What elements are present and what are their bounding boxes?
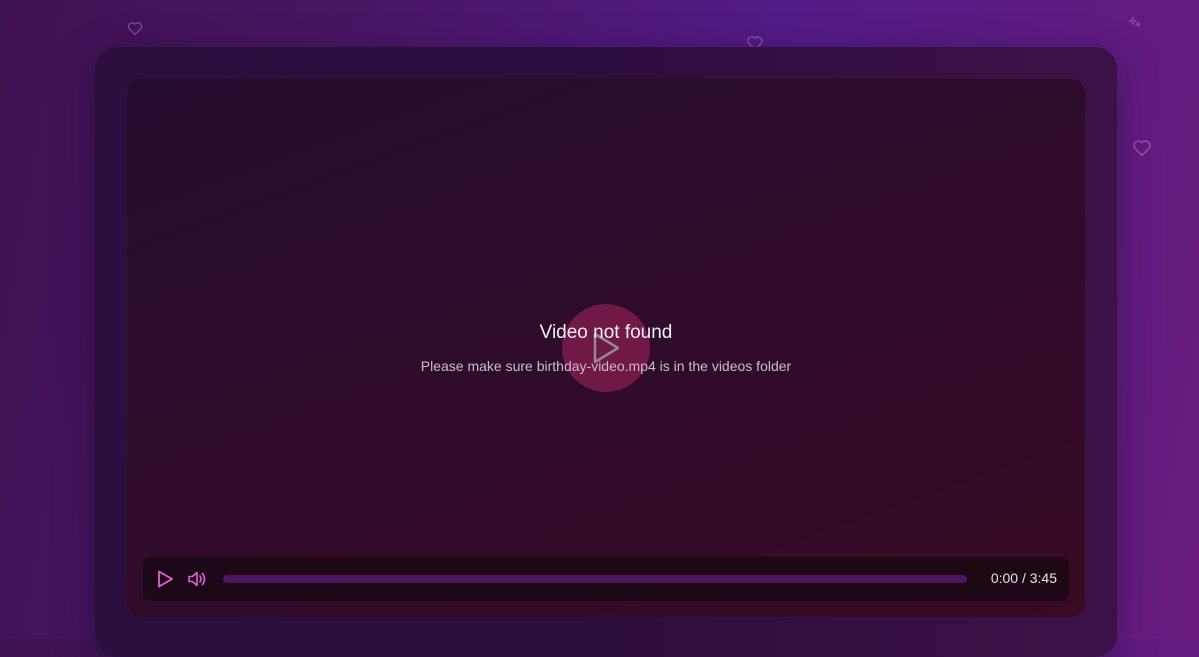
play-icon bbox=[158, 570, 173, 588]
volume-button[interactable] bbox=[187, 569, 207, 589]
play-button[interactable] bbox=[155, 569, 175, 589]
error-message: Please make sure birthday-video.mp4 is i… bbox=[420, 358, 792, 374]
progress-bar[interactable] bbox=[223, 575, 967, 583]
volume-icon bbox=[188, 571, 206, 587]
time-display: 0:00 / 3:45 bbox=[991, 570, 1057, 586]
player-controls: 0:00 / 3:45 bbox=[143, 557, 1069, 601]
video-card: Video not found Please make sure birthda… bbox=[95, 47, 1117, 657]
sparkle-icon bbox=[1128, 15, 1142, 32]
heart-icon bbox=[127, 21, 143, 41]
video-player[interactable]: Video not found Please make sure birthda… bbox=[127, 79, 1085, 617]
error-title: Video not found bbox=[539, 322, 673, 343]
time-separator: / bbox=[1021, 570, 1026, 586]
heart-icon bbox=[1132, 139, 1152, 162]
play-overlay-button[interactable] bbox=[562, 304, 650, 392]
duration: 3:45 bbox=[1029, 570, 1057, 586]
current-time: 0:00 bbox=[990, 570, 1019, 586]
